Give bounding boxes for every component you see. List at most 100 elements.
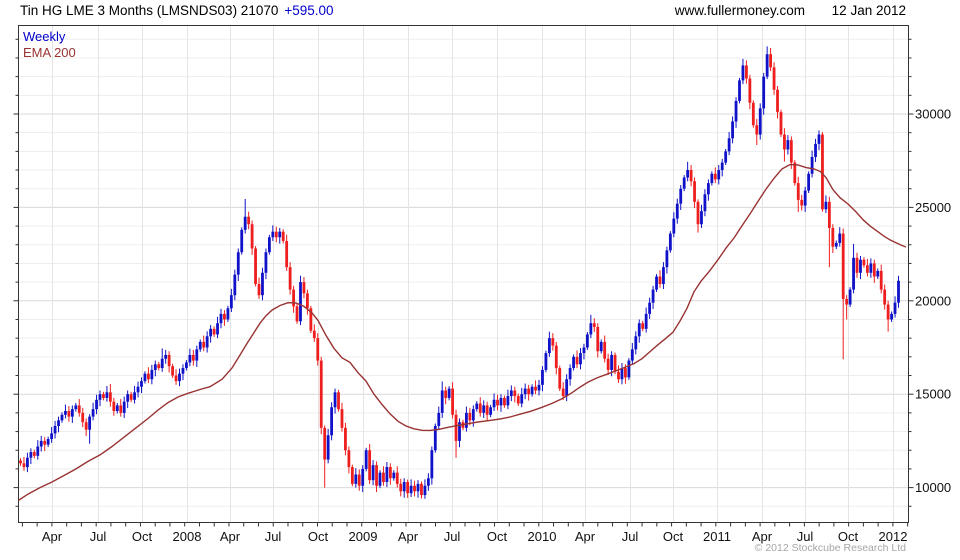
candle-body: [841, 233, 845, 299]
candle-body: [713, 173, 717, 180]
legend-timeframe: Weekly: [23, 29, 66, 44]
y-axis-label: 15000: [915, 387, 951, 402]
candle-body: [779, 112, 783, 135]
candle-body: [893, 302, 897, 314]
candle-body: [247, 216, 251, 225]
candle-body: [482, 405, 486, 413]
candle-body: [897, 280, 900, 303]
instrument-title: Tin HG LME 3 Months (LMSNDS03) 21070: [20, 3, 279, 18]
candle-body: [361, 468, 365, 486]
candle-body: [527, 388, 531, 395]
candle-body: [64, 411, 67, 415]
candle-body: [696, 201, 700, 225]
x-axis-label: Jul: [622, 529, 639, 544]
candle-body: [112, 401, 116, 412]
candle-body: [530, 386, 534, 395]
candle-body: [102, 394, 105, 398]
candle-body: [392, 472, 396, 479]
candle-body: [758, 108, 762, 135]
candle-body: [406, 481, 410, 494]
candle-body: [738, 80, 741, 101]
candle-body: [344, 427, 347, 451]
candle-body: [534, 386, 537, 391]
candle-body: [523, 388, 527, 395]
candle-body: [585, 334, 589, 348]
candle-body: [88, 416, 92, 430]
candle-body: [755, 125, 759, 135]
candle-body: [879, 270, 883, 290]
candle-body: [430, 450, 434, 479]
candle-body: [648, 302, 652, 314]
candle-body: [624, 368, 627, 378]
candle-body: [572, 356, 575, 369]
candle-body: [129, 394, 133, 400]
candle-body: [689, 170, 693, 182]
candle-body: [371, 465, 375, 481]
candle-body: [565, 379, 569, 397]
candle-body: [364, 450, 368, 469]
candle-body: [250, 224, 254, 249]
x-axis-label: Oct: [487, 529, 508, 544]
candle-body: [226, 308, 230, 320]
candle-body: [416, 483, 420, 492]
candle-body: [592, 323, 596, 327]
plot-frame: [18, 25, 909, 523]
candle-body: [682, 177, 686, 189]
candle-body: [233, 274, 237, 296]
candle-body: [814, 143, 817, 157]
candle-body: [547, 338, 551, 354]
candle-body: [862, 259, 866, 266]
candle-body: [382, 472, 385, 482]
candle-body: [551, 338, 555, 346]
candle-body: [803, 190, 807, 206]
candle-body: [178, 373, 181, 382]
candle-body: [817, 134, 821, 144]
candle-body: [444, 390, 448, 398]
candle-body: [74, 405, 78, 410]
candle-body: [620, 368, 624, 380]
candle-body: [807, 173, 811, 191]
candle-body: [274, 231, 278, 238]
x-axis-label: 2011: [703, 529, 731, 544]
candle-body: [84, 422, 88, 430]
candle-body: [634, 336, 638, 350]
x-axis-label: 2010: [528, 529, 557, 544]
candle-body: [876, 270, 880, 277]
x-axis-label: Oct: [132, 529, 153, 544]
candle-body: [496, 399, 499, 406]
candle-body: [693, 181, 696, 202]
x-axis-label: Jul: [265, 529, 282, 544]
candle-body: [254, 248, 257, 284]
candle-body: [133, 392, 136, 400]
candle-body: [136, 386, 140, 393]
candle-body: [164, 354, 168, 359]
candle-body: [440, 390, 444, 413]
website-text: www.fullermoney.com: [674, 3, 805, 18]
candle-body: [568, 368, 572, 380]
candle-body: [212, 328, 216, 335]
candle-body: [385, 467, 389, 482]
candle-body: [651, 289, 655, 303]
candle-body: [53, 425, 57, 434]
candle-body: [489, 407, 493, 415]
candle-body: [323, 427, 327, 460]
candle-body: [57, 420, 60, 426]
candle-body: [98, 394, 102, 400]
candle-body: [319, 360, 323, 428]
candle-body: [772, 67, 776, 90]
candle-body: [734, 100, 738, 122]
candle-body: [271, 231, 275, 238]
candle-body: [468, 412, 472, 421]
candle-body: [627, 360, 631, 378]
candle-body: [596, 326, 600, 352]
candle-body: [786, 140, 790, 150]
candle-body: [264, 252, 268, 273]
x-axis-label: 2009: [349, 529, 378, 544]
candle-body: [541, 369, 544, 385]
candle-body: [39, 440, 43, 447]
candle-body: [834, 242, 838, 247]
candle-body: [257, 283, 261, 296]
candle-body: [686, 170, 690, 178]
candle-body: [77, 405, 81, 413]
candle-body: [655, 276, 658, 290]
